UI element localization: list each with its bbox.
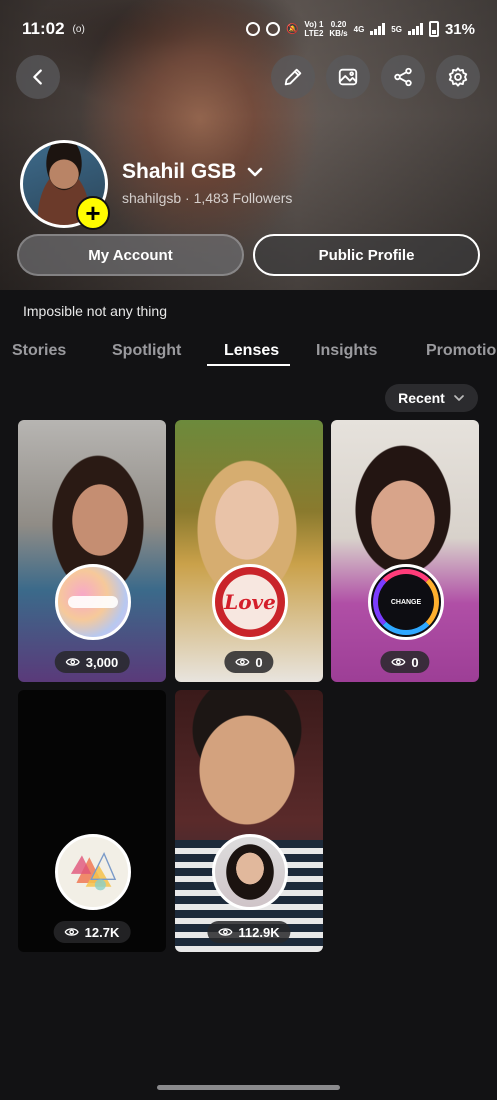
network-type-2: 5G <box>391 24 402 34</box>
alarm-icon <box>265 22 280 36</box>
eye-icon <box>65 658 80 666</box>
tab-promotions[interactable]: Promotion <box>426 342 497 360</box>
gear-icon <box>448 67 468 87</box>
signal-icon <box>407 23 423 35</box>
lens-view-count: 112.9K <box>207 921 291 943</box>
lens-icon <box>55 834 131 910</box>
hotspot-icon <box>245 22 260 36</box>
chevron-down-icon <box>248 167 263 177</box>
lens-card[interactable]: Love 0 <box>175 420 323 682</box>
lens-card[interactable]: 3,000 <box>18 420 166 682</box>
eye-icon <box>218 928 233 936</box>
display-name: Shahil GSB <box>122 160 237 183</box>
view-count-value: 12.7K <box>84 924 120 940</box>
share-button[interactable] <box>381 55 425 99</box>
lens-card[interactable]: CHANGE 0 <box>331 420 479 682</box>
triangles-icon <box>70 851 117 891</box>
pencil-icon <box>284 68 302 86</box>
battery-icon <box>428 21 439 37</box>
network-speed: 0.20 KB/s <box>329 20 348 38</box>
display-name-dropdown[interactable]: Shahil GSB <box>122 160 264 184</box>
home-indicator[interactable] <box>157 1085 340 1090</box>
share-icon <box>394 67 412 87</box>
signal-icon <box>370 23 386 35</box>
volte-indicator: Vo) 1 LTE2 <box>304 20 324 38</box>
lens-icon: Love <box>212 564 288 640</box>
profile-tabs: Stories Spotlight Lenses Insights Promot… <box>0 340 497 370</box>
settings-button[interactable] <box>436 55 480 99</box>
lens-view-count: 0 <box>224 651 274 673</box>
lens-icon <box>212 834 288 910</box>
profile-avatar[interactable]: + <box>20 140 110 230</box>
eye-icon <box>235 658 250 666</box>
mute-icon: 🔕 <box>285 23 299 35</box>
chevron-down-icon <box>453 395 464 401</box>
public-profile-button[interactable]: Public Profile <box>253 234 480 276</box>
my-account-button[interactable]: My Account <box>17 234 244 276</box>
lens-card[interactable]: 12.7K <box>18 690 166 952</box>
status-time: 11:02 <box>22 19 65 38</box>
tab-stories[interactable]: Stories <box>12 342 66 360</box>
back-icon <box>33 69 42 85</box>
view-count-value: 0 <box>411 654 419 670</box>
battery-percent: 31% <box>444 20 475 38</box>
gallery-button[interactable] <box>326 55 370 99</box>
image-icon <box>338 68 358 86</box>
view-count-value: 3,000 <box>85 654 119 670</box>
sort-label: Recent <box>398 390 445 406</box>
eye-icon <box>64 928 79 936</box>
add-story-button[interactable]: + <box>76 196 110 230</box>
view-count-value: 0 <box>255 654 263 670</box>
lens-icon-text: Love <box>224 590 276 614</box>
tab-spotlight[interactable]: Spotlight <box>112 342 181 360</box>
network-type-1: 4G <box>353 24 365 34</box>
active-tab-indicator <box>207 364 290 366</box>
status-bar: 11:02 (o) 🔕 Vo) 1 LTE2 0.20 KB/s 4G 5G 3… <box>0 0 497 58</box>
profile-bio: Imposible not any thing <box>23 303 167 319</box>
lens-view-count: 0 <box>380 651 430 673</box>
edit-button[interactable] <box>271 55 315 99</box>
view-count-value: 112.9K <box>238 924 280 940</box>
lens-icon <box>55 564 131 640</box>
back-button[interactable] <box>16 55 60 99</box>
lens-view-count: 12.7K <box>53 921 131 943</box>
lens-icon: CHANGE <box>368 564 444 640</box>
sort-dropdown[interactable]: Recent <box>385 384 478 412</box>
status-recording-indicator: (o) <box>72 23 85 35</box>
tab-lenses[interactable]: Lenses <box>224 342 279 360</box>
lens-view-count: 3,000 <box>54 651 130 673</box>
eye-icon <box>391 658 406 666</box>
plus-icon: + <box>85 198 101 228</box>
username-followers[interactable]: shahilgsb · 1,483 Followers <box>122 190 292 206</box>
lens-icon-text: CHANGE <box>390 598 422 606</box>
lens-card[interactable]: 112.9K <box>175 690 323 952</box>
tab-insights[interactable]: Insights <box>316 342 377 360</box>
